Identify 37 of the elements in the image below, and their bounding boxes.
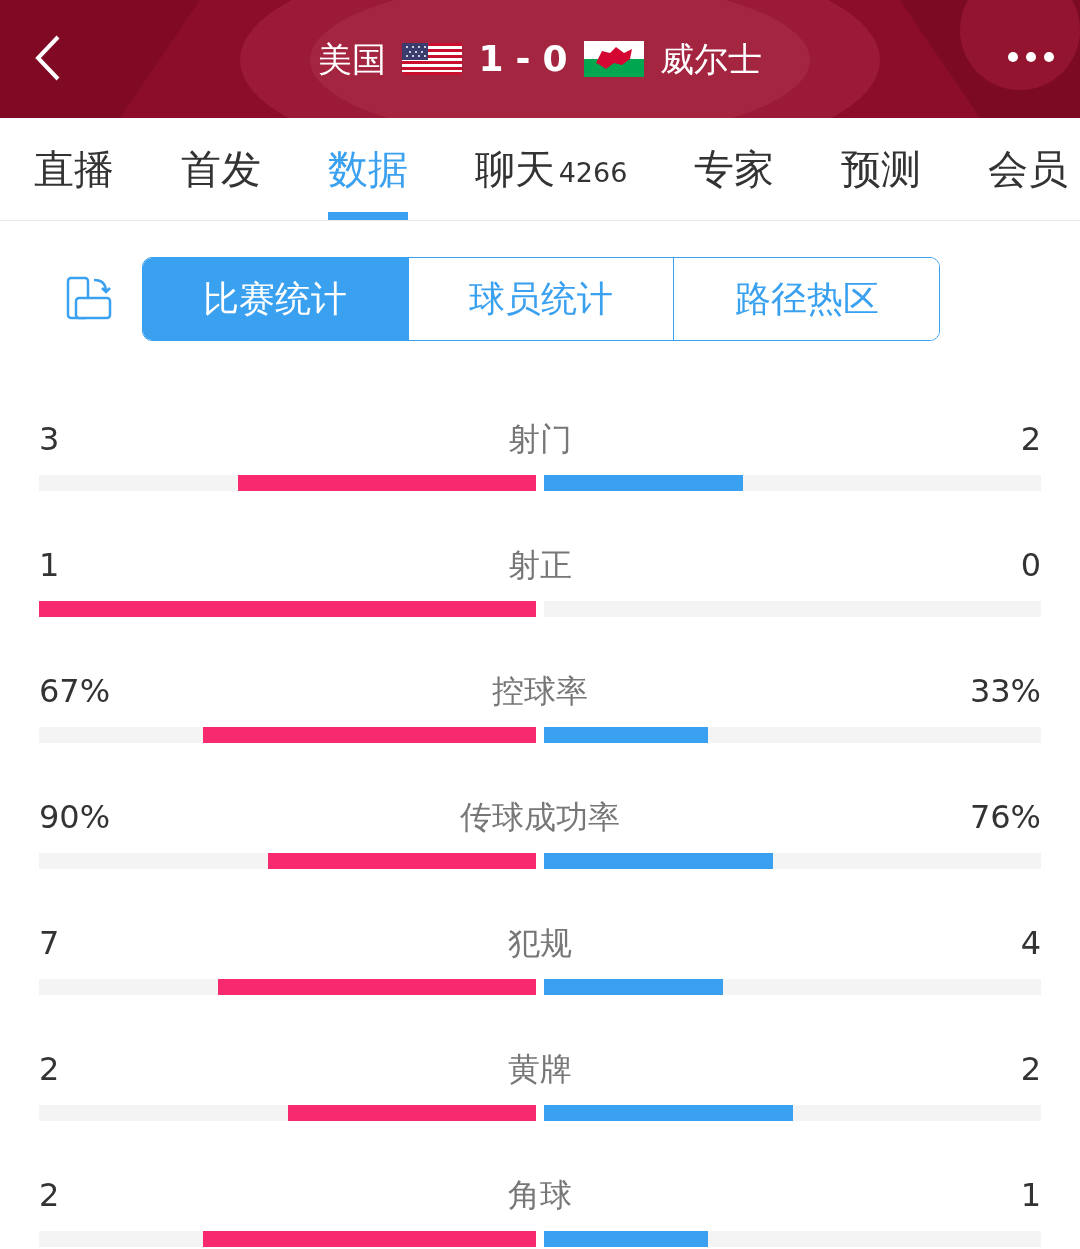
stat-label: 犯规 [508, 923, 572, 964]
stat-value: 67% [39, 671, 111, 712]
stat-value: 2 [39, 1049, 60, 1090]
stat-value: 7 [39, 923, 60, 964]
stat-label: 射正 [508, 545, 572, 586]
back-icon[interactable] [34, 34, 62, 82]
tab[interactable]: 预测 [841, 118, 922, 220]
stat-label: 射门 [508, 419, 572, 460]
more-icon[interactable] [1006, 50, 1056, 64]
score-separator: - [515, 37, 531, 81]
score-number: 0 [542, 37, 568, 81]
stat-value: 2 [39, 1175, 60, 1216]
tab[interactable]: 专家 [694, 118, 775, 220]
stat-value: 1 [1020, 1175, 1041, 1216]
stat-label: 黄牌 [508, 1049, 572, 1090]
team-name: 威尔士 [659, 38, 762, 81]
rotate-screen-icon[interactable] [66, 276, 112, 322]
stat-value: 1 [39, 545, 60, 586]
stat-value: 2 [1020, 419, 1041, 460]
tab[interactable]: 会员 [987, 118, 1068, 220]
team-name: 美国 [318, 38, 387, 81]
flag-icon [583, 41, 644, 77]
tab[interactable]: 直播 [34, 118, 114, 220]
stat-label: 传球成功率 [460, 797, 620, 838]
score-number: 1 [478, 37, 504, 81]
stat-value: 2 [1020, 1049, 1041, 1090]
stat-value: 0 [1020, 545, 1041, 586]
tab[interactable]: 首发 [180, 118, 261, 220]
stat-label: 角球 [508, 1175, 572, 1216]
tab[interactable]: 聊天 4266 [474, 118, 628, 220]
stat-value: 3 [39, 419, 60, 460]
stat-label: 控球率 [492, 671, 588, 712]
stat-value: 76% [969, 797, 1041, 838]
stat-value: 4 [1020, 923, 1041, 964]
stat-value: 90% [39, 797, 111, 838]
flag-icon [402, 43, 463, 75]
stat-value: 33% [969, 671, 1041, 712]
